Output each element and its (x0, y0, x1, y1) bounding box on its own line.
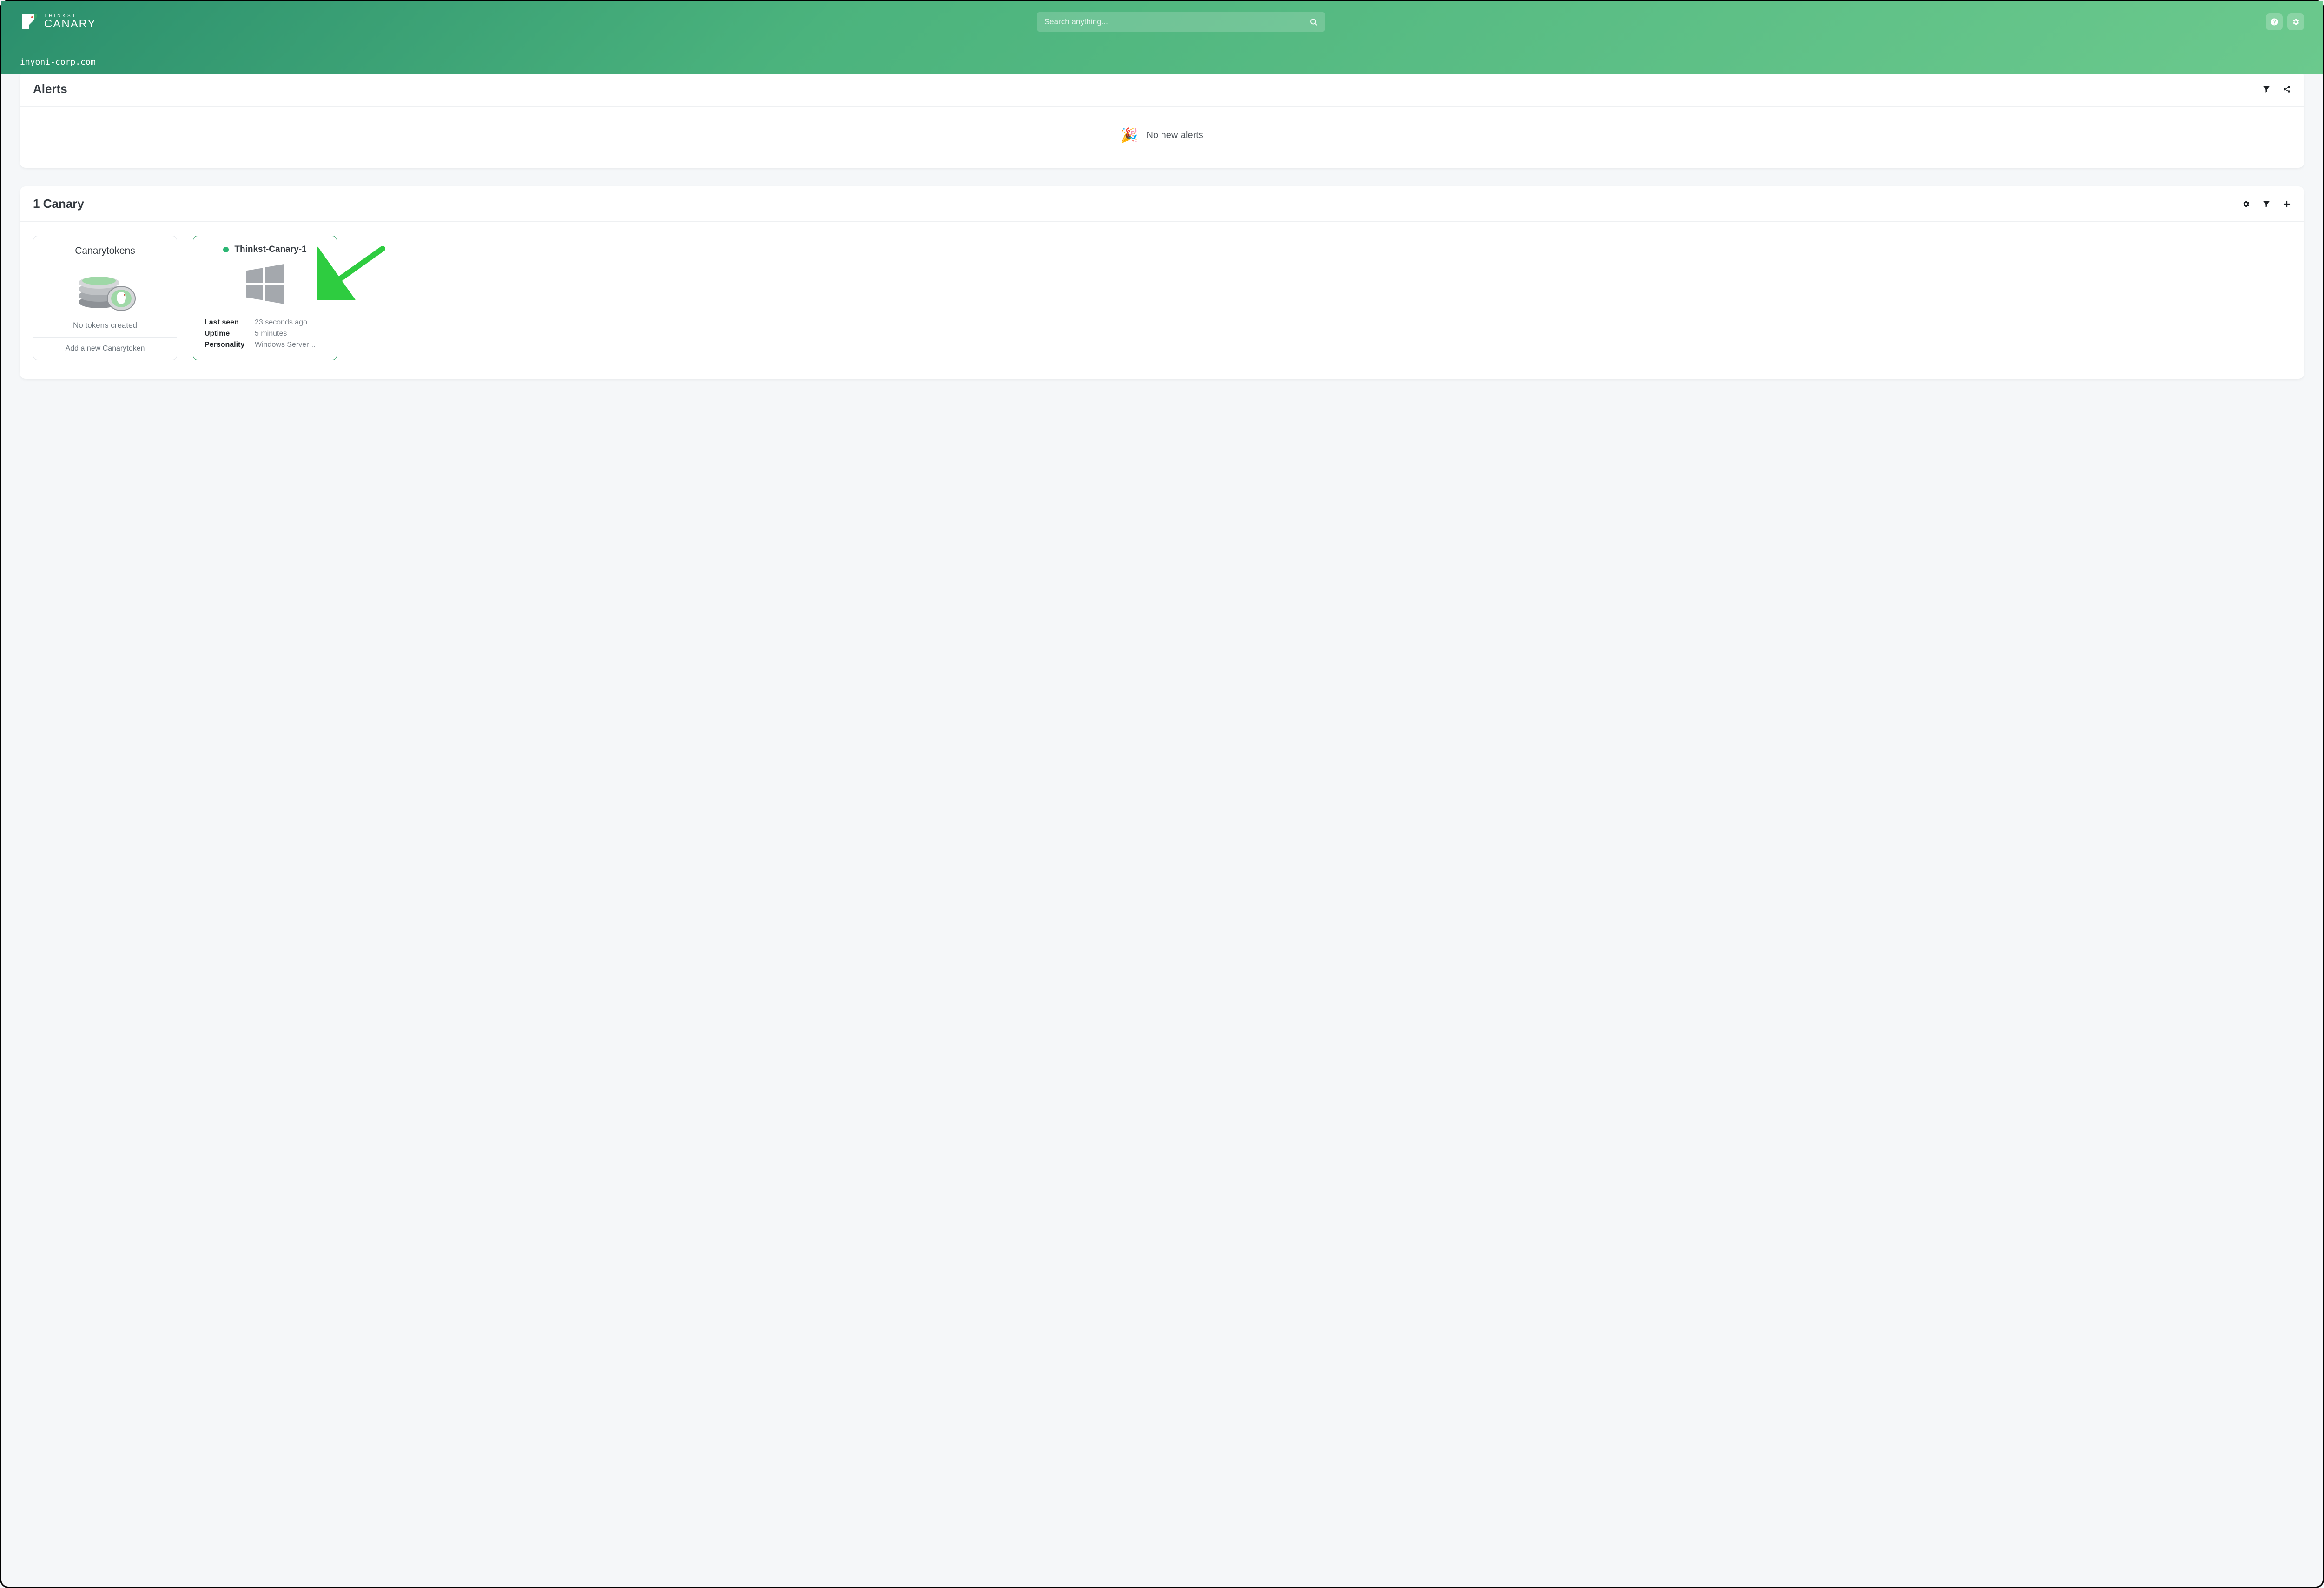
meta-uptime: Uptime 5 minutes (205, 328, 325, 339)
help-button[interactable] (2266, 13, 2283, 30)
personality-label: Personality (205, 341, 247, 349)
brand-logo-text: THINKST CANARY (44, 14, 96, 30)
search-input[interactable] (1044, 17, 1309, 26)
brand-big: CANARY (44, 19, 96, 30)
canarytokens-card[interactable]: Canarytokens No tokens created (33, 236, 177, 360)
canarytokens-illustration (33, 259, 177, 316)
last-seen-value: 23 seconds ago (255, 318, 307, 327)
filter-icon (2262, 85, 2271, 93)
org-domain: inyoni-corp.com (20, 57, 2304, 74)
last-seen-label: Last seen (205, 318, 247, 327)
gear-icon (2242, 200, 2250, 208)
uptime-value: 5 minutes (255, 330, 287, 338)
help-icon (2270, 18, 2278, 26)
global-search[interactable] (1037, 12, 1325, 32)
alerts-filter-button[interactable] (2262, 85, 2271, 93)
share-icon (2283, 85, 2291, 93)
canary-device-name: Thinkst-Canary-1 (234, 245, 306, 255)
meta-last-seen: Last seen 23 seconds ago (205, 317, 325, 328)
status-dot-icon (223, 247, 229, 252)
plus-icon (2283, 200, 2291, 208)
filter-icon (2262, 200, 2271, 208)
personality-value: Windows Server … (255, 341, 318, 349)
alerts-empty-message: No new alerts (1147, 130, 1203, 141)
alerts-title: Alerts (33, 82, 67, 96)
party-popper-icon: 🎉 (1121, 127, 1138, 144)
canaries-title: 1 Canary (33, 197, 84, 211)
canarytokens-empty-text: No tokens created (33, 316, 177, 337)
uptime-label: Uptime (205, 330, 247, 338)
canaries-filter-button[interactable] (2262, 200, 2271, 208)
canaries-settings-button[interactable] (2242, 200, 2250, 208)
add-canarytoken-button[interactable]: Add a new Canarytoken (33, 337, 177, 359)
alerts-share-button[interactable] (2283, 85, 2291, 93)
canarytokens-title: Canarytokens (33, 236, 177, 259)
canary-device-card[interactable]: Thinkst-Canary-1 Last seen 23 seconds ag… (193, 236, 337, 360)
search-icon (1309, 18, 1318, 26)
canaries-add-button[interactable] (2283, 200, 2291, 208)
brand-logo[interactable]: THINKST CANARY (20, 13, 96, 31)
gear-icon (2291, 18, 2300, 26)
meta-personality: Personality Windows Server … (205, 339, 325, 351)
windows-icon (193, 258, 337, 313)
brand-logo-mark (20, 13, 39, 31)
settings-button[interactable] (2287, 13, 2304, 30)
